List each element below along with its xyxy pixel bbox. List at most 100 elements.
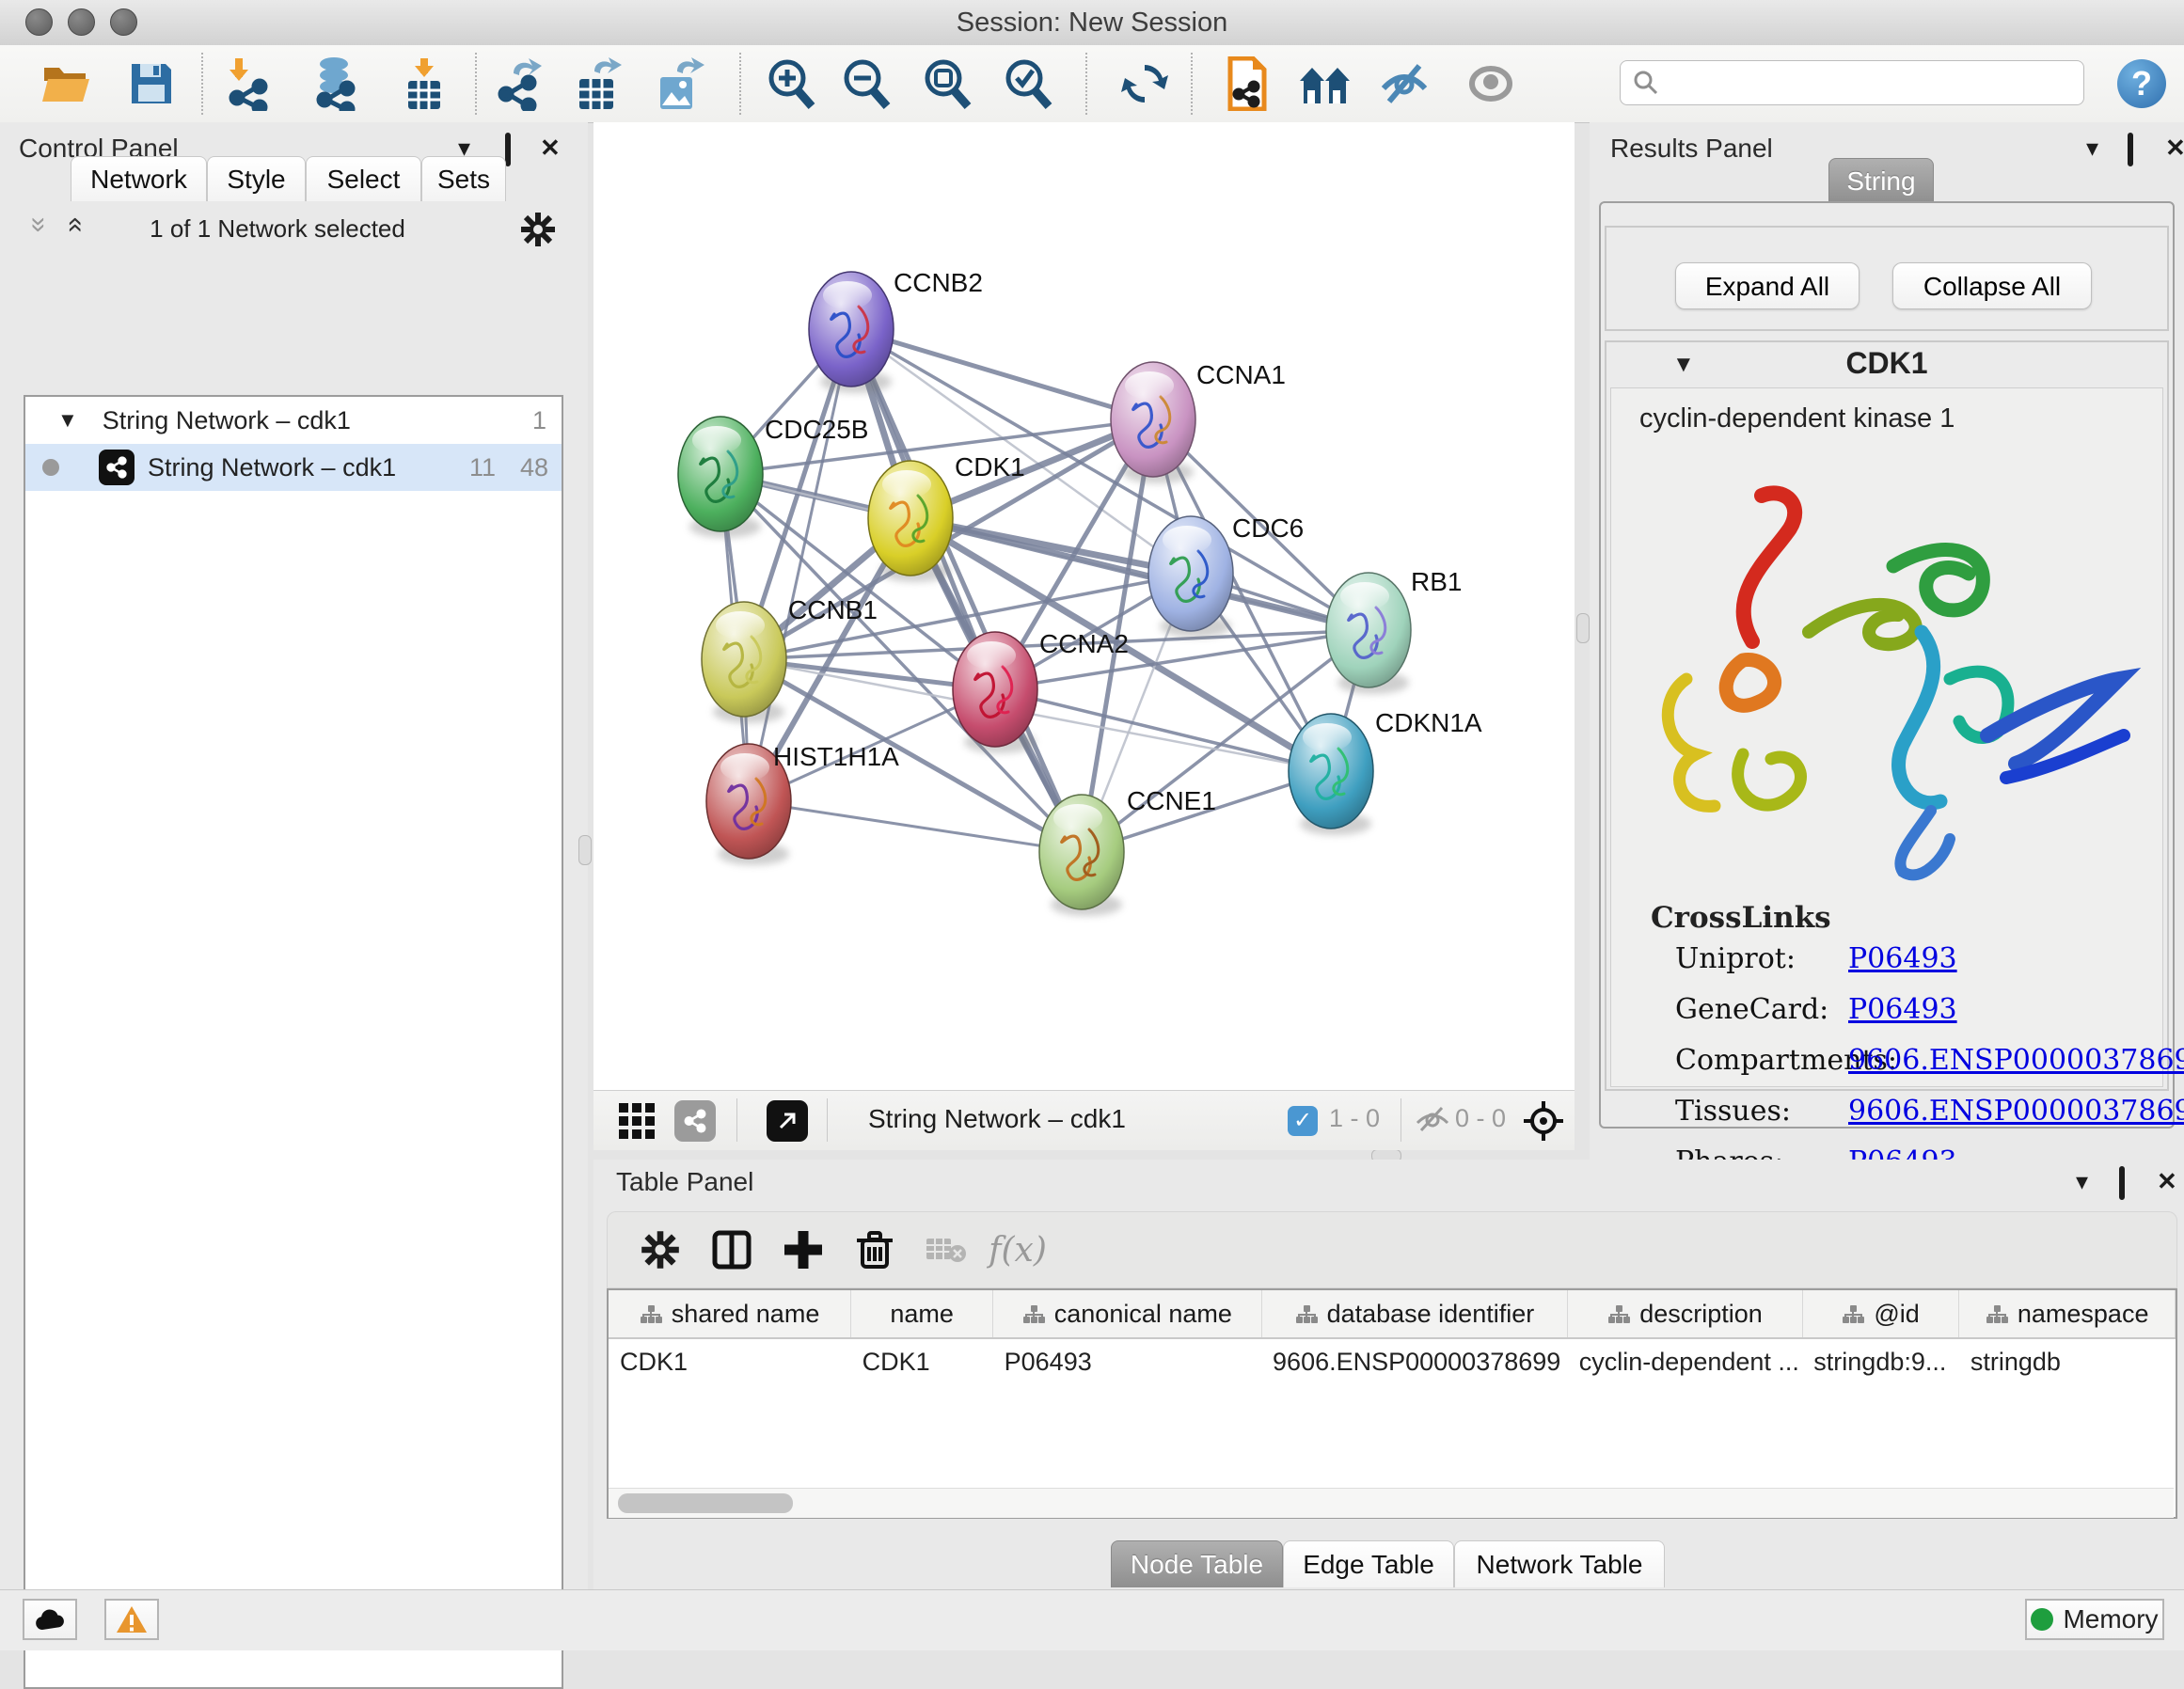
show-all-icon[interactable] bbox=[1462, 55, 1520, 113]
column-header[interactable]: database identifier bbox=[1261, 1290, 1568, 1338]
export-table-icon[interactable] bbox=[570, 55, 628, 113]
tab-string[interactable]: String bbox=[1828, 158, 1934, 203]
import-network-database-icon[interactable] bbox=[307, 55, 365, 113]
refresh-icon[interactable] bbox=[1116, 55, 1174, 113]
table-cell[interactable]: CDK1 bbox=[851, 1338, 993, 1384]
warning-status-button[interactable] bbox=[104, 1599, 159, 1640]
left-splitter-handle[interactable] bbox=[578, 835, 592, 865]
table-cell[interactable]: 9606.ENSP00000378699 bbox=[1261, 1338, 1568, 1384]
table-hscrollbar-thumb[interactable] bbox=[618, 1493, 793, 1513]
export-network-icon[interactable] bbox=[491, 55, 549, 113]
crosslink-value-link[interactable]: 9606.ENSP00000378699 bbox=[1848, 1095, 2184, 1128]
table-cell[interactable]: CDK1 bbox=[609, 1338, 851, 1384]
table-panel-collapse-icon[interactable]: ▾ bbox=[2076, 1167, 2088, 1196]
window-title: Session: New Session bbox=[0, 8, 2184, 39]
selected-nodes-checkbox-icon[interactable]: ✓ bbox=[1280, 1098, 1325, 1144]
network-edge[interactable] bbox=[749, 801, 1082, 852]
network-node-CCNB1[interactable] bbox=[702, 602, 786, 723]
expand-all-button[interactable]: Expand All bbox=[1675, 262, 1860, 309]
string-style-icon[interactable] bbox=[673, 1098, 718, 1144]
zoom-out-icon[interactable] bbox=[837, 55, 895, 113]
network-node-CDC6[interactable] bbox=[1148, 516, 1233, 638]
table-panel-close-icon[interactable]: ✕ bbox=[2157, 1167, 2177, 1196]
network-canvas[interactable]: CCNB2 CCNA1 CDC25B CDK1 CDC6 RB1 CCNB1 C… bbox=[593, 122, 1575, 1090]
save-session-icon[interactable] bbox=[122, 55, 181, 113]
collection-expand-icon[interactable]: ▼ bbox=[57, 408, 78, 433]
node-table[interactable]: shared namenamecanonical namedatabase id… bbox=[607, 1288, 2177, 1519]
table-panel-float-icon[interactable] bbox=[2119, 1169, 2125, 1198]
results-panel-collapse-icon[interactable]: ▾ bbox=[2086, 134, 2098, 163]
results-panel-close-icon[interactable]: ✕ bbox=[2165, 134, 2184, 163]
crosslink-value-link[interactable]: P06493 bbox=[1848, 993, 1957, 1026]
annotation-mode-icon[interactable] bbox=[765, 1098, 810, 1144]
table-cell[interactable]: cyclin-dependent ... bbox=[1568, 1338, 1803, 1384]
network-node-CCNA1[interactable] bbox=[1111, 362, 1195, 483]
crosslinks-title: CrossLinks bbox=[1651, 901, 2162, 935]
birdseye-view-icon[interactable] bbox=[614, 1098, 659, 1144]
gene-symbol: CDK1 bbox=[1606, 346, 2167, 381]
export-image-icon[interactable] bbox=[651, 55, 709, 113]
results-panel-float-icon[interactable] bbox=[2128, 135, 2133, 165]
column-header[interactable]: @id bbox=[1802, 1290, 1959, 1338]
open-session-icon[interactable] bbox=[38, 55, 96, 113]
tab-select[interactable]: Select bbox=[306, 156, 421, 201]
table-cell[interactable]: stringdb:9... bbox=[1802, 1338, 1959, 1384]
network-node-CDK1[interactable] bbox=[868, 461, 953, 582]
tab-style[interactable]: Style bbox=[207, 156, 306, 201]
network-row[interactable]: String Network – cdk1 11 48 bbox=[25, 444, 562, 491]
table-cell[interactable]: P06493 bbox=[993, 1338, 1261, 1384]
toolbar-separator bbox=[1085, 53, 1087, 115]
network-node-CDKN1A[interactable] bbox=[1289, 714, 1373, 835]
table-row[interactable]: CDK1CDK1P064939606.ENSP00000378699cyclin… bbox=[609, 1338, 2176, 1384]
cloud-status-button[interactable] bbox=[23, 1599, 77, 1640]
column-header[interactable]: description bbox=[1568, 1290, 1803, 1338]
network-collection-row[interactable]: ▼ String Network – cdk1 1 bbox=[25, 397, 562, 444]
first-neighbors-icon[interactable] bbox=[1298, 55, 1356, 113]
table-cell[interactable]: stringdb bbox=[1959, 1338, 2176, 1384]
tab-edge-table[interactable]: Edge Table bbox=[1283, 1540, 1454, 1587]
network-node-CCNA2[interactable] bbox=[953, 632, 1037, 753]
network-node-CCNE1[interactable] bbox=[1039, 795, 1124, 916]
network-tree: ▼ String Network – cdk1 1 String Network… bbox=[24, 395, 563, 1689]
column-header[interactable]: shared name bbox=[609, 1290, 851, 1338]
control-panel-close-icon[interactable]: ✕ bbox=[540, 134, 561, 163]
import-network-file-icon[interactable] bbox=[220, 55, 278, 113]
fit-selected-crosshair-icon[interactable] bbox=[1521, 1098, 1566, 1144]
column-header[interactable]: namespace bbox=[1959, 1290, 2176, 1338]
show-columns-icon[interactable] bbox=[705, 1223, 758, 1276]
network-node-CDC25B[interactable] bbox=[678, 417, 763, 538]
memory-button[interactable]: Memory bbox=[2025, 1599, 2164, 1640]
table-hscrollbar[interactable] bbox=[609, 1488, 2174, 1518]
toolbar-search[interactable] bbox=[1620, 60, 2084, 105]
import-table-file-icon[interactable] bbox=[395, 55, 453, 113]
crosslink-value-link[interactable]: 9606.ENSP00000378699 bbox=[1848, 1044, 2184, 1077]
tab-node-table[interactable]: Node Table bbox=[1111, 1540, 1283, 1587]
zoom-selected-icon[interactable] bbox=[999, 55, 1057, 113]
tab-sets[interactable]: Sets bbox=[421, 156, 506, 201]
crosslink-value-link[interactable]: P06493 bbox=[1848, 942, 1957, 975]
network-node-CCNB2[interactable] bbox=[809, 272, 894, 393]
collapse-all-button[interactable]: Collapse All bbox=[1892, 262, 2092, 309]
right-splitter-handle[interactable] bbox=[1576, 613, 1590, 643]
add-column-icon[interactable] bbox=[777, 1223, 830, 1276]
results-panel-title: Results Panel bbox=[1610, 134, 1773, 164]
network-node-RB1[interactable] bbox=[1326, 573, 1411, 694]
zoom-in-icon[interactable] bbox=[762, 55, 820, 113]
column-header[interactable]: canonical name bbox=[993, 1290, 1261, 1338]
column-header[interactable]: name bbox=[851, 1290, 993, 1338]
toolbar-separator bbox=[739, 53, 741, 115]
control-panel-float-icon[interactable] bbox=[505, 135, 511, 165]
network-options-gear-icon[interactable] bbox=[519, 211, 557, 253]
crosslink-label: Tissues: bbox=[1675, 1095, 1791, 1128]
zoom-fit-icon[interactable] bbox=[918, 55, 976, 113]
tab-network-table[interactable]: Network Table bbox=[1454, 1540, 1665, 1587]
network-edge[interactable] bbox=[851, 329, 1082, 852]
table-settings-gear-icon[interactable] bbox=[634, 1223, 687, 1276]
delete-column-trash-icon[interactable] bbox=[848, 1223, 901, 1276]
network-edge[interactable] bbox=[851, 329, 1153, 419]
hide-selection-icon[interactable] bbox=[1375, 55, 1433, 113]
tab-network[interactable]: Network bbox=[71, 156, 207, 201]
new-network-from-selection-icon[interactable] bbox=[1217, 55, 1275, 113]
help-button[interactable]: ? bbox=[2113, 55, 2171, 113]
search-input[interactable] bbox=[1660, 68, 2059, 99]
